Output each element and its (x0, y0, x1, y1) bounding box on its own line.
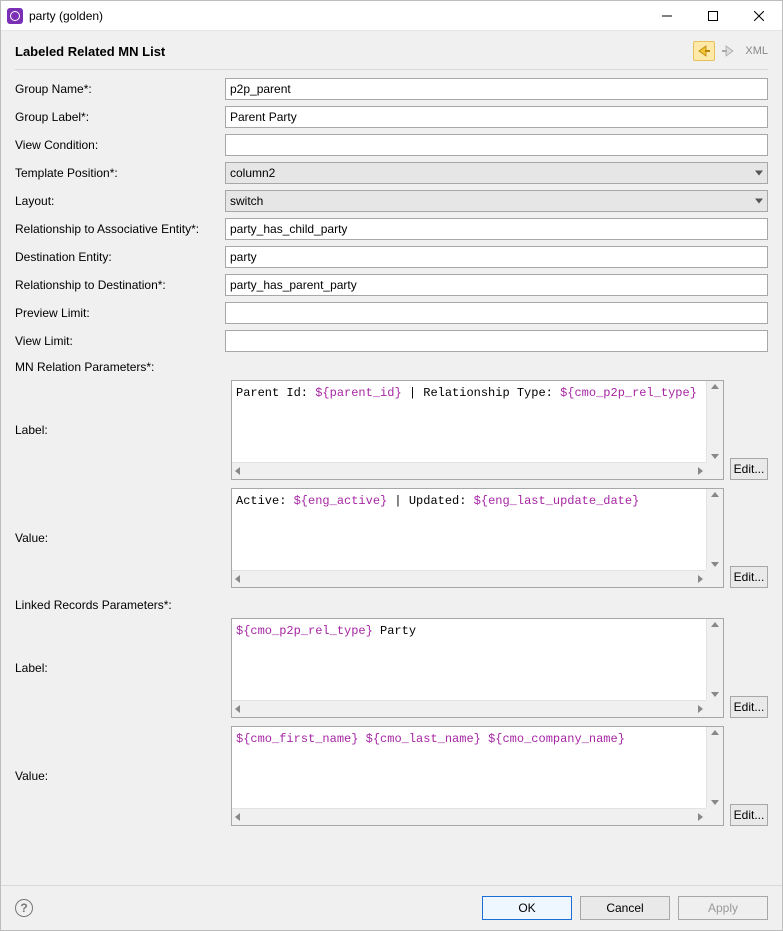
label-group-name: Group Name*: (15, 80, 225, 98)
linked-label-textarea[interactable]: ${cmo_p2p_rel_type} Party (231, 618, 724, 718)
preview-limit-input[interactable] (225, 302, 768, 324)
label-view-condition: View Condition: (15, 136, 225, 154)
mn-value-edit-button[interactable]: Edit... (730, 566, 768, 588)
scrollbar-horizontal[interactable] (232, 570, 706, 587)
linked-value-edit-button[interactable]: Edit... (730, 804, 768, 826)
label-mn-label: Label: (15, 423, 225, 437)
minimize-button[interactable] (644, 1, 690, 31)
nav-back-button[interactable] (693, 41, 715, 61)
layout-select[interactable]: switch (225, 190, 768, 212)
scrollbar-horizontal[interactable] (232, 700, 706, 717)
label-view-limit: View Limit: (15, 332, 225, 350)
view-condition-input[interactable] (225, 134, 768, 156)
ok-button[interactable]: OK (482, 896, 572, 920)
form-area: Group Name*: Group Label*: View Conditio… (1, 78, 782, 885)
dest-entity-input[interactable] (225, 246, 768, 268)
template-position-select[interactable]: column2 (225, 162, 768, 184)
view-limit-input[interactable] (225, 330, 768, 352)
label-rel-to-dest: Relationship to Destination*: (15, 276, 225, 294)
linked-label-content[interactable]: ${cmo_p2p_rel_type} Party (232, 619, 723, 700)
chevron-down-icon (755, 171, 763, 176)
scrollbar-vertical[interactable] (706, 489, 723, 570)
title-bar: party (golden) (1, 1, 782, 31)
nav-buttons: XML (693, 41, 768, 61)
group-label-input[interactable] (225, 106, 768, 128)
cancel-button[interactable]: Cancel (580, 896, 670, 920)
header: Labeled Related MN List XML (1, 31, 782, 65)
mn-value-textarea[interactable]: Active: ${eng_active} | Updated: ${eng_l… (231, 488, 724, 588)
label-group-label: Group Label*: (15, 108, 225, 126)
label-rel-to-assoc: Relationship to Associative Entity*: (15, 220, 225, 238)
mn-label-textarea[interactable]: Parent Id: ${parent_id} | Relationship T… (231, 380, 724, 480)
linked-value-content[interactable]: ${cmo_first_name} ${cmo_last_name} ${cmo… (232, 727, 723, 808)
dialog-window: party (golden) Labeled Related MN List X… (0, 0, 783, 931)
xml-mode-label[interactable]: XML (745, 45, 768, 57)
chevron-down-icon (755, 199, 763, 204)
linked-value-textarea[interactable]: ${cmo_first_name} ${cmo_last_name} ${cmo… (231, 726, 724, 826)
help-icon[interactable]: ? (15, 899, 33, 917)
mn-label-edit-button[interactable]: Edit... (730, 458, 768, 480)
label-layout: Layout: (15, 192, 225, 210)
nav-forward-button[interactable] (717, 41, 739, 61)
page-title: Labeled Related MN List (15, 44, 693, 59)
scrollbar-vertical[interactable] (706, 619, 723, 700)
header-divider (15, 69, 768, 70)
label-linked-value: Value: (15, 769, 225, 783)
group-name-input[interactable] (225, 78, 768, 100)
button-bar: ? OK Cancel Apply (1, 885, 782, 930)
label-dest-entity: Destination Entity: (15, 248, 225, 266)
scrollbar-horizontal[interactable] (232, 808, 706, 825)
rel-to-dest-input[interactable] (225, 274, 768, 296)
layout-value: switch (230, 194, 263, 208)
linked-label-edit-button[interactable]: Edit... (730, 696, 768, 718)
window-title: party (golden) (29, 9, 103, 23)
app-icon (7, 8, 23, 24)
scrollbar-vertical[interactable] (706, 381, 723, 462)
label-linked-params: Linked Records Parameters*: (15, 596, 225, 612)
label-linked-label: Label: (15, 661, 225, 675)
label-mn-params: MN Relation Parameters*: (15, 358, 225, 374)
scrollbar-vertical[interactable] (706, 727, 723, 808)
scrollbar-horizontal[interactable] (232, 462, 706, 479)
label-template-position: Template Position*: (15, 164, 225, 182)
close-button[interactable] (736, 1, 782, 31)
template-position-value: column2 (230, 166, 275, 180)
mn-label-content[interactable]: Parent Id: ${parent_id} | Relationship T… (232, 381, 723, 462)
apply-button: Apply (678, 896, 768, 920)
rel-to-assoc-input[interactable] (225, 218, 768, 240)
mn-value-content[interactable]: Active: ${eng_active} | Updated: ${eng_l… (232, 489, 723, 570)
maximize-button[interactable] (690, 1, 736, 31)
label-preview-limit: Preview Limit: (15, 304, 225, 322)
label-mn-value: Value: (15, 531, 225, 545)
